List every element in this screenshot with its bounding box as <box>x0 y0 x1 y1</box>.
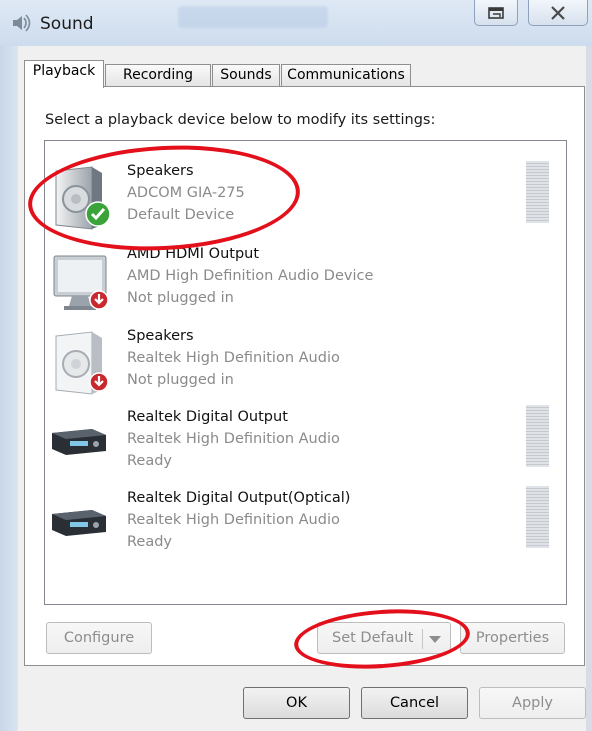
device-status: Not plugged in <box>127 290 234 306</box>
device-item-speakers-realtek[interactable]: Speakers Realtek High Definition Audio N… <box>45 326 566 406</box>
window-right-border <box>586 46 592 731</box>
red-unplugged-icon <box>89 372 109 392</box>
tab-playback[interactable]: Playback <box>24 60 104 88</box>
sound-icon <box>13 14 31 32</box>
device-description: AMD High Definition Audio Device <box>127 268 374 284</box>
device-status: Ready <box>127 534 173 550</box>
close-button[interactable] <box>528 0 588 26</box>
title-bar[interactable]: Sound <box>0 0 592 46</box>
device-name: Realtek Digital Output <box>127 409 288 425</box>
instruction-text: Select a playback device below to modify… <box>45 112 436 128</box>
device-description: Realtek High Definition Audio <box>127 431 340 447</box>
tab-sounds[interactable]: Sounds <box>212 64 280 86</box>
ok-button[interactable]: OK <box>243 687 350 719</box>
tab-recording[interactable]: Recording <box>105 64 211 86</box>
close-x-icon <box>551 5 565 20</box>
device-status: Not plugged in <box>127 372 234 388</box>
window-left-border <box>0 46 18 731</box>
device-item-realtek-optical[interactable]: Realtek Digital Output(Optical) Realtek … <box>45 486 566 568</box>
device-item-amd-hdmi[interactable]: AMD HDMI Output AMD High Definition Audi… <box>45 244 566 324</box>
configure-button[interactable]: Configure <box>46 622 152 654</box>
device-description: Realtek High Definition Audio <box>127 512 340 528</box>
red-unplugged-icon <box>89 290 109 310</box>
tab-communications[interactable]: Communications <box>281 64 411 86</box>
window-title: Sound <box>40 14 94 34</box>
device-description: Realtek High Definition Audio <box>127 350 340 366</box>
properties-button[interactable]: Properties <box>460 622 565 654</box>
volume-level-meter <box>526 486 549 548</box>
device-name: Speakers <box>127 328 194 344</box>
restore-button[interactable] <box>474 0 518 26</box>
volume-level-meter <box>526 405 549 467</box>
device-item-realtek-digital[interactable]: Realtek Digital Output Realtek High Defi… <box>45 405 566 487</box>
receiver-icon <box>52 429 106 455</box>
cancel-button[interactable]: Cancel <box>361 687 468 719</box>
background-window-ghost <box>178 6 328 28</box>
receiver-icon <box>52 510 106 536</box>
device-name: Realtek Digital Output(Optical) <box>127 490 351 506</box>
apply-button[interactable]: Apply <box>479 687 586 719</box>
device-status: Ready <box>127 453 173 469</box>
volume-level-meter <box>526 161 549 223</box>
restore-icon <box>488 6 504 19</box>
